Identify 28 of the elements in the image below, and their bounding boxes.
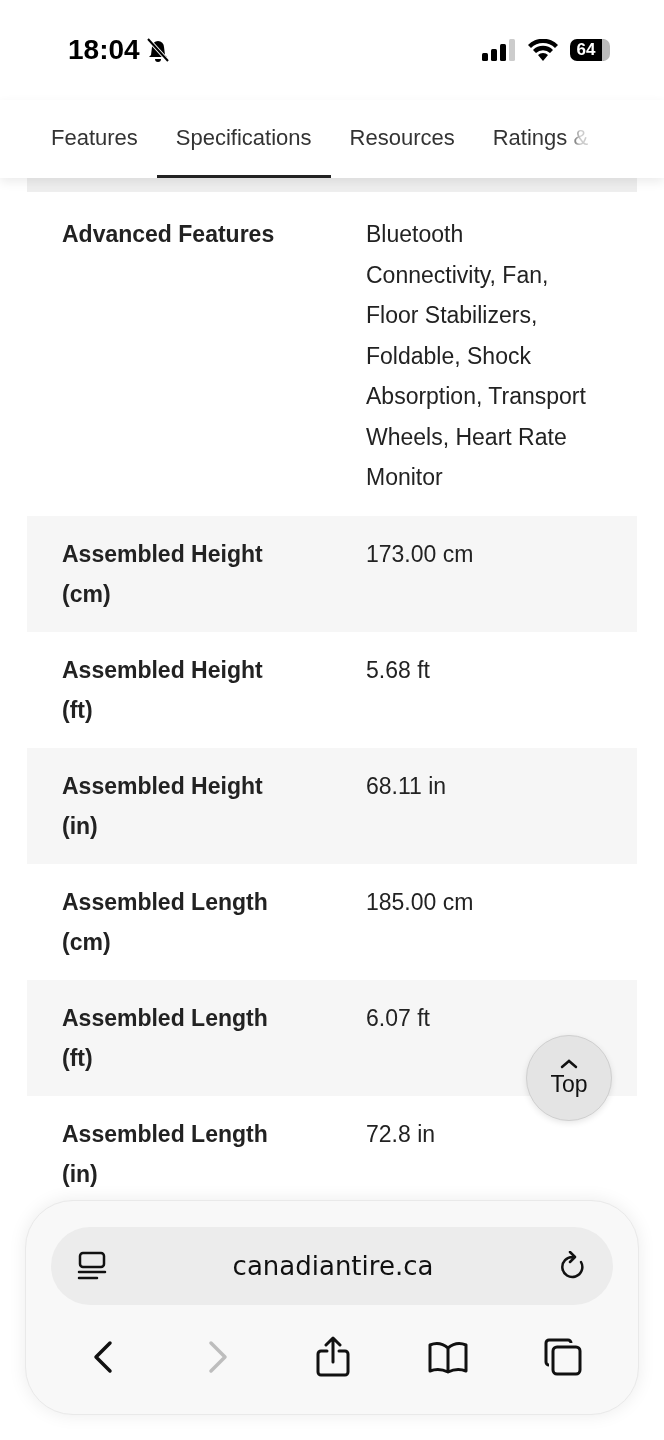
spec-value: 185.00 cm bbox=[366, 887, 474, 917]
spec-value: 6.07 ft bbox=[366, 1003, 430, 1033]
wifi-icon bbox=[528, 39, 558, 61]
spec-value: 173.00 cm bbox=[366, 539, 474, 569]
spec-value: 68.11 in bbox=[366, 771, 447, 801]
signal-icon bbox=[482, 39, 516, 61]
section-tab[interactable]: Ratings & bbox=[473, 100, 608, 178]
tabs-icon bbox=[543, 1337, 583, 1377]
share-icon bbox=[315, 1336, 351, 1378]
spec-label: Assembled Length (ft) bbox=[62, 1003, 269, 1073]
clock-time: 18:04 bbox=[68, 34, 140, 66]
caret-up-icon bbox=[560, 1058, 578, 1069]
book-icon bbox=[427, 1340, 469, 1374]
address-bar[interactable]: canadiantire.ca bbox=[51, 1227, 613, 1305]
section-tab[interactable]: Features bbox=[32, 100, 157, 178]
battery-indicator: 64 bbox=[570, 39, 610, 61]
spec-value: 5.68 ft bbox=[366, 655, 430, 685]
page-menu-icon[interactable] bbox=[77, 1251, 107, 1281]
spec-label: Assembled Length (in) bbox=[62, 1119, 269, 1189]
reload-icon[interactable] bbox=[559, 1251, 587, 1281]
spec-label: Assembled Length (cm) bbox=[62, 887, 269, 957]
section-tab[interactable]: Resources bbox=[330, 100, 474, 178]
spec-value: Bluetooth Connectivity, Fan, Floor Stabilizers, Foldable, Shock Absorption, Transport Wheels, Heart Rate Monitor bbox=[366, 220, 587, 492]
spec-label: Assembled Height (ft) bbox=[62, 655, 264, 725]
spec-label: Advanced Features bbox=[62, 220, 275, 249]
spec-label: Assembled Height (cm) bbox=[62, 539, 264, 609]
spec-value: 72.8 in bbox=[366, 1119, 436, 1149]
spec-label: Assembled Height (in) bbox=[62, 771, 264, 841]
